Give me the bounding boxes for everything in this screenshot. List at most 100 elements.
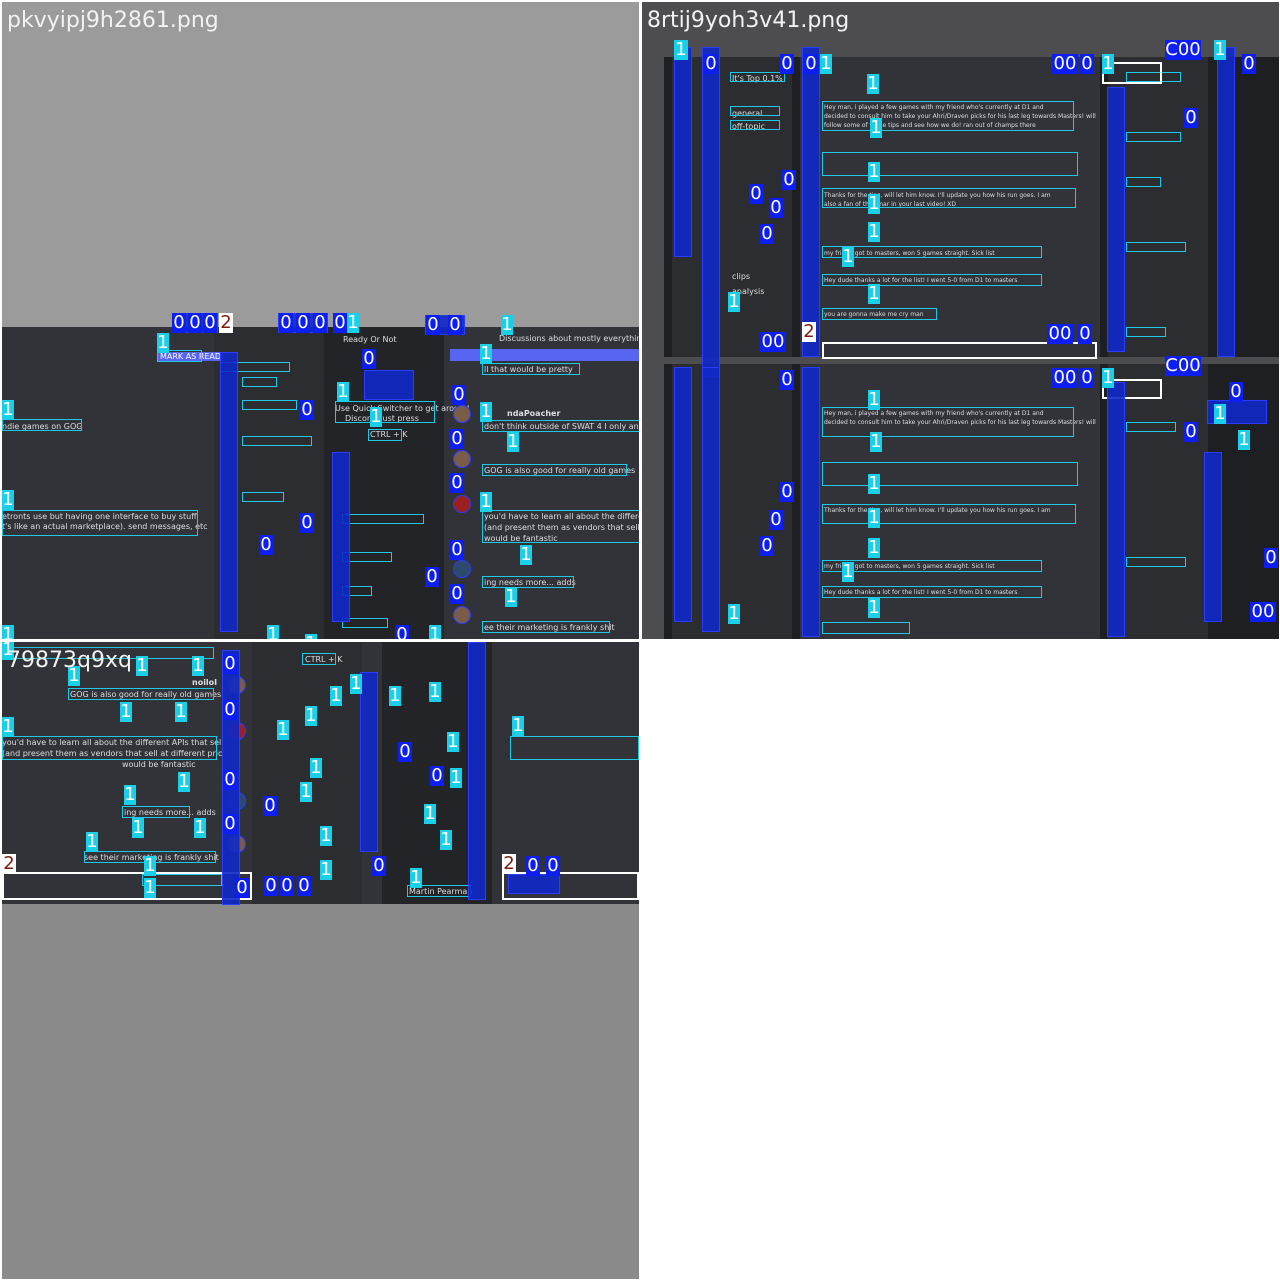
marker-zero: 0 <box>235 877 249 898</box>
region-box <box>822 152 1078 176</box>
avatar[interactable] <box>453 405 471 423</box>
selection-outline <box>2 872 252 900</box>
marker-one: 1 <box>868 161 880 182</box>
marker-double-zero: 00 <box>1052 367 1078 388</box>
region-box <box>2 510 198 536</box>
marker-zero: 0 <box>760 535 774 556</box>
region-box <box>242 492 284 502</box>
marker-zero: 0 <box>452 384 466 405</box>
marker-column <box>1217 47 1235 357</box>
marker-zero: 0 <box>296 312 310 333</box>
marker-zero: 0 <box>430 765 444 786</box>
marker-zero: 0 <box>782 169 796 190</box>
avatar[interactable] <box>453 450 471 468</box>
marker-zero: 0 <box>448 314 462 335</box>
marker-zero: 0 <box>769 509 783 530</box>
marker-zero: 0 <box>259 534 273 555</box>
marker-zero: 0 <box>769 197 783 218</box>
marker-zero: 0 <box>280 875 294 896</box>
marker-zero: 0 <box>704 53 718 74</box>
channel-item[interactable]: clips <box>732 272 750 281</box>
region-box <box>242 377 277 387</box>
marker-one: 1 <box>450 767 462 788</box>
marker-one: 1 <box>868 221 880 242</box>
marker-zero: 0 <box>203 312 217 333</box>
marker-zero: 0 <box>333 312 347 333</box>
marker-one: 1 <box>429 625 441 639</box>
marker-column <box>468 642 486 900</box>
marker-zero: 0 <box>450 472 464 493</box>
marker-one: 1 <box>194 817 206 838</box>
marker-one: 1 <box>868 537 880 558</box>
region-box <box>368 429 402 441</box>
marker-zero: 0 <box>1184 421 1198 442</box>
marker-zero: 0 <box>1080 367 1094 388</box>
marker-one: 1 <box>1238 429 1250 450</box>
marker-one: 1 <box>320 825 332 846</box>
mirrored-line: noiloI <box>192 678 218 687</box>
marker-one: 1 <box>175 701 187 722</box>
marker-column <box>702 47 720 377</box>
region-box <box>68 688 214 700</box>
marker-zero: 0 <box>760 223 774 244</box>
marker-box <box>220 352 238 632</box>
marker-one: 1 <box>674 39 688 60</box>
region-box <box>822 560 1042 572</box>
marker-two: 2 <box>502 853 516 874</box>
marker-one: 1 <box>347 312 359 333</box>
marker-zero: 0 <box>395 625 409 639</box>
marker-one: 1 <box>178 771 190 792</box>
marker-one: 1 <box>1102 53 1114 74</box>
avatar[interactable] <box>453 560 471 578</box>
marker-zero: 0 <box>362 348 376 369</box>
marker-one: 1 <box>868 283 880 304</box>
marker-one: 1 <box>728 291 740 312</box>
marker-column <box>1107 382 1125 637</box>
region-box <box>822 246 1042 258</box>
region-box <box>482 420 639 432</box>
marker-one: 1 <box>429 681 441 702</box>
marker-one: 1 <box>2 716 14 737</box>
region-box <box>242 400 297 410</box>
region-box <box>482 576 574 588</box>
marker-one: 1 <box>330 685 342 706</box>
marker-double-zero: 00 <box>1052 53 1078 74</box>
message-author[interactable]: ndaPoacher <box>507 409 560 418</box>
marker-zero: 0 <box>398 741 412 762</box>
marker-zero: 0 <box>313 312 327 333</box>
region-box <box>822 274 1042 286</box>
marker-zero: 0 <box>1242 53 1256 74</box>
marker-one: 1 <box>447 731 459 752</box>
region-box <box>482 464 627 476</box>
region-box <box>482 363 580 375</box>
avatar[interactable] <box>453 606 471 624</box>
marker-one: 1 <box>868 473 880 494</box>
marker-one: 1 <box>144 877 156 898</box>
marker-zero: 0 <box>526 855 540 876</box>
marker-one: 1 <box>389 685 401 706</box>
region-box <box>730 120 780 130</box>
marker-one: 1 <box>868 507 880 528</box>
region-box <box>1126 132 1181 142</box>
marker-one: 1 <box>1214 403 1226 424</box>
marker-one: 1 <box>2 489 14 510</box>
marker-one: 1 <box>300 781 312 802</box>
marker-one: 1 <box>820 53 832 74</box>
marker-one: 1 <box>870 117 882 138</box>
region-box <box>1126 242 1186 252</box>
avatar[interactable] <box>453 495 471 513</box>
region-box <box>822 586 1042 598</box>
region-box <box>1126 327 1166 337</box>
marker-one: 1 <box>120 701 132 722</box>
channel-button-ready-or-not[interactable]: Ready Or Not <box>343 335 397 344</box>
marker-one: 1 <box>1214 39 1226 60</box>
region-box <box>482 510 639 543</box>
marker-column <box>674 47 692 257</box>
marker-one: 1 <box>320 859 332 880</box>
marker-one: 1 <box>370 406 382 427</box>
marker-zero: 0 <box>264 875 278 896</box>
marker-one: 1 <box>842 561 854 582</box>
selection-outline <box>822 342 1097 359</box>
marker-two: 2 <box>219 312 233 333</box>
marker-zero: 0 <box>300 512 314 533</box>
